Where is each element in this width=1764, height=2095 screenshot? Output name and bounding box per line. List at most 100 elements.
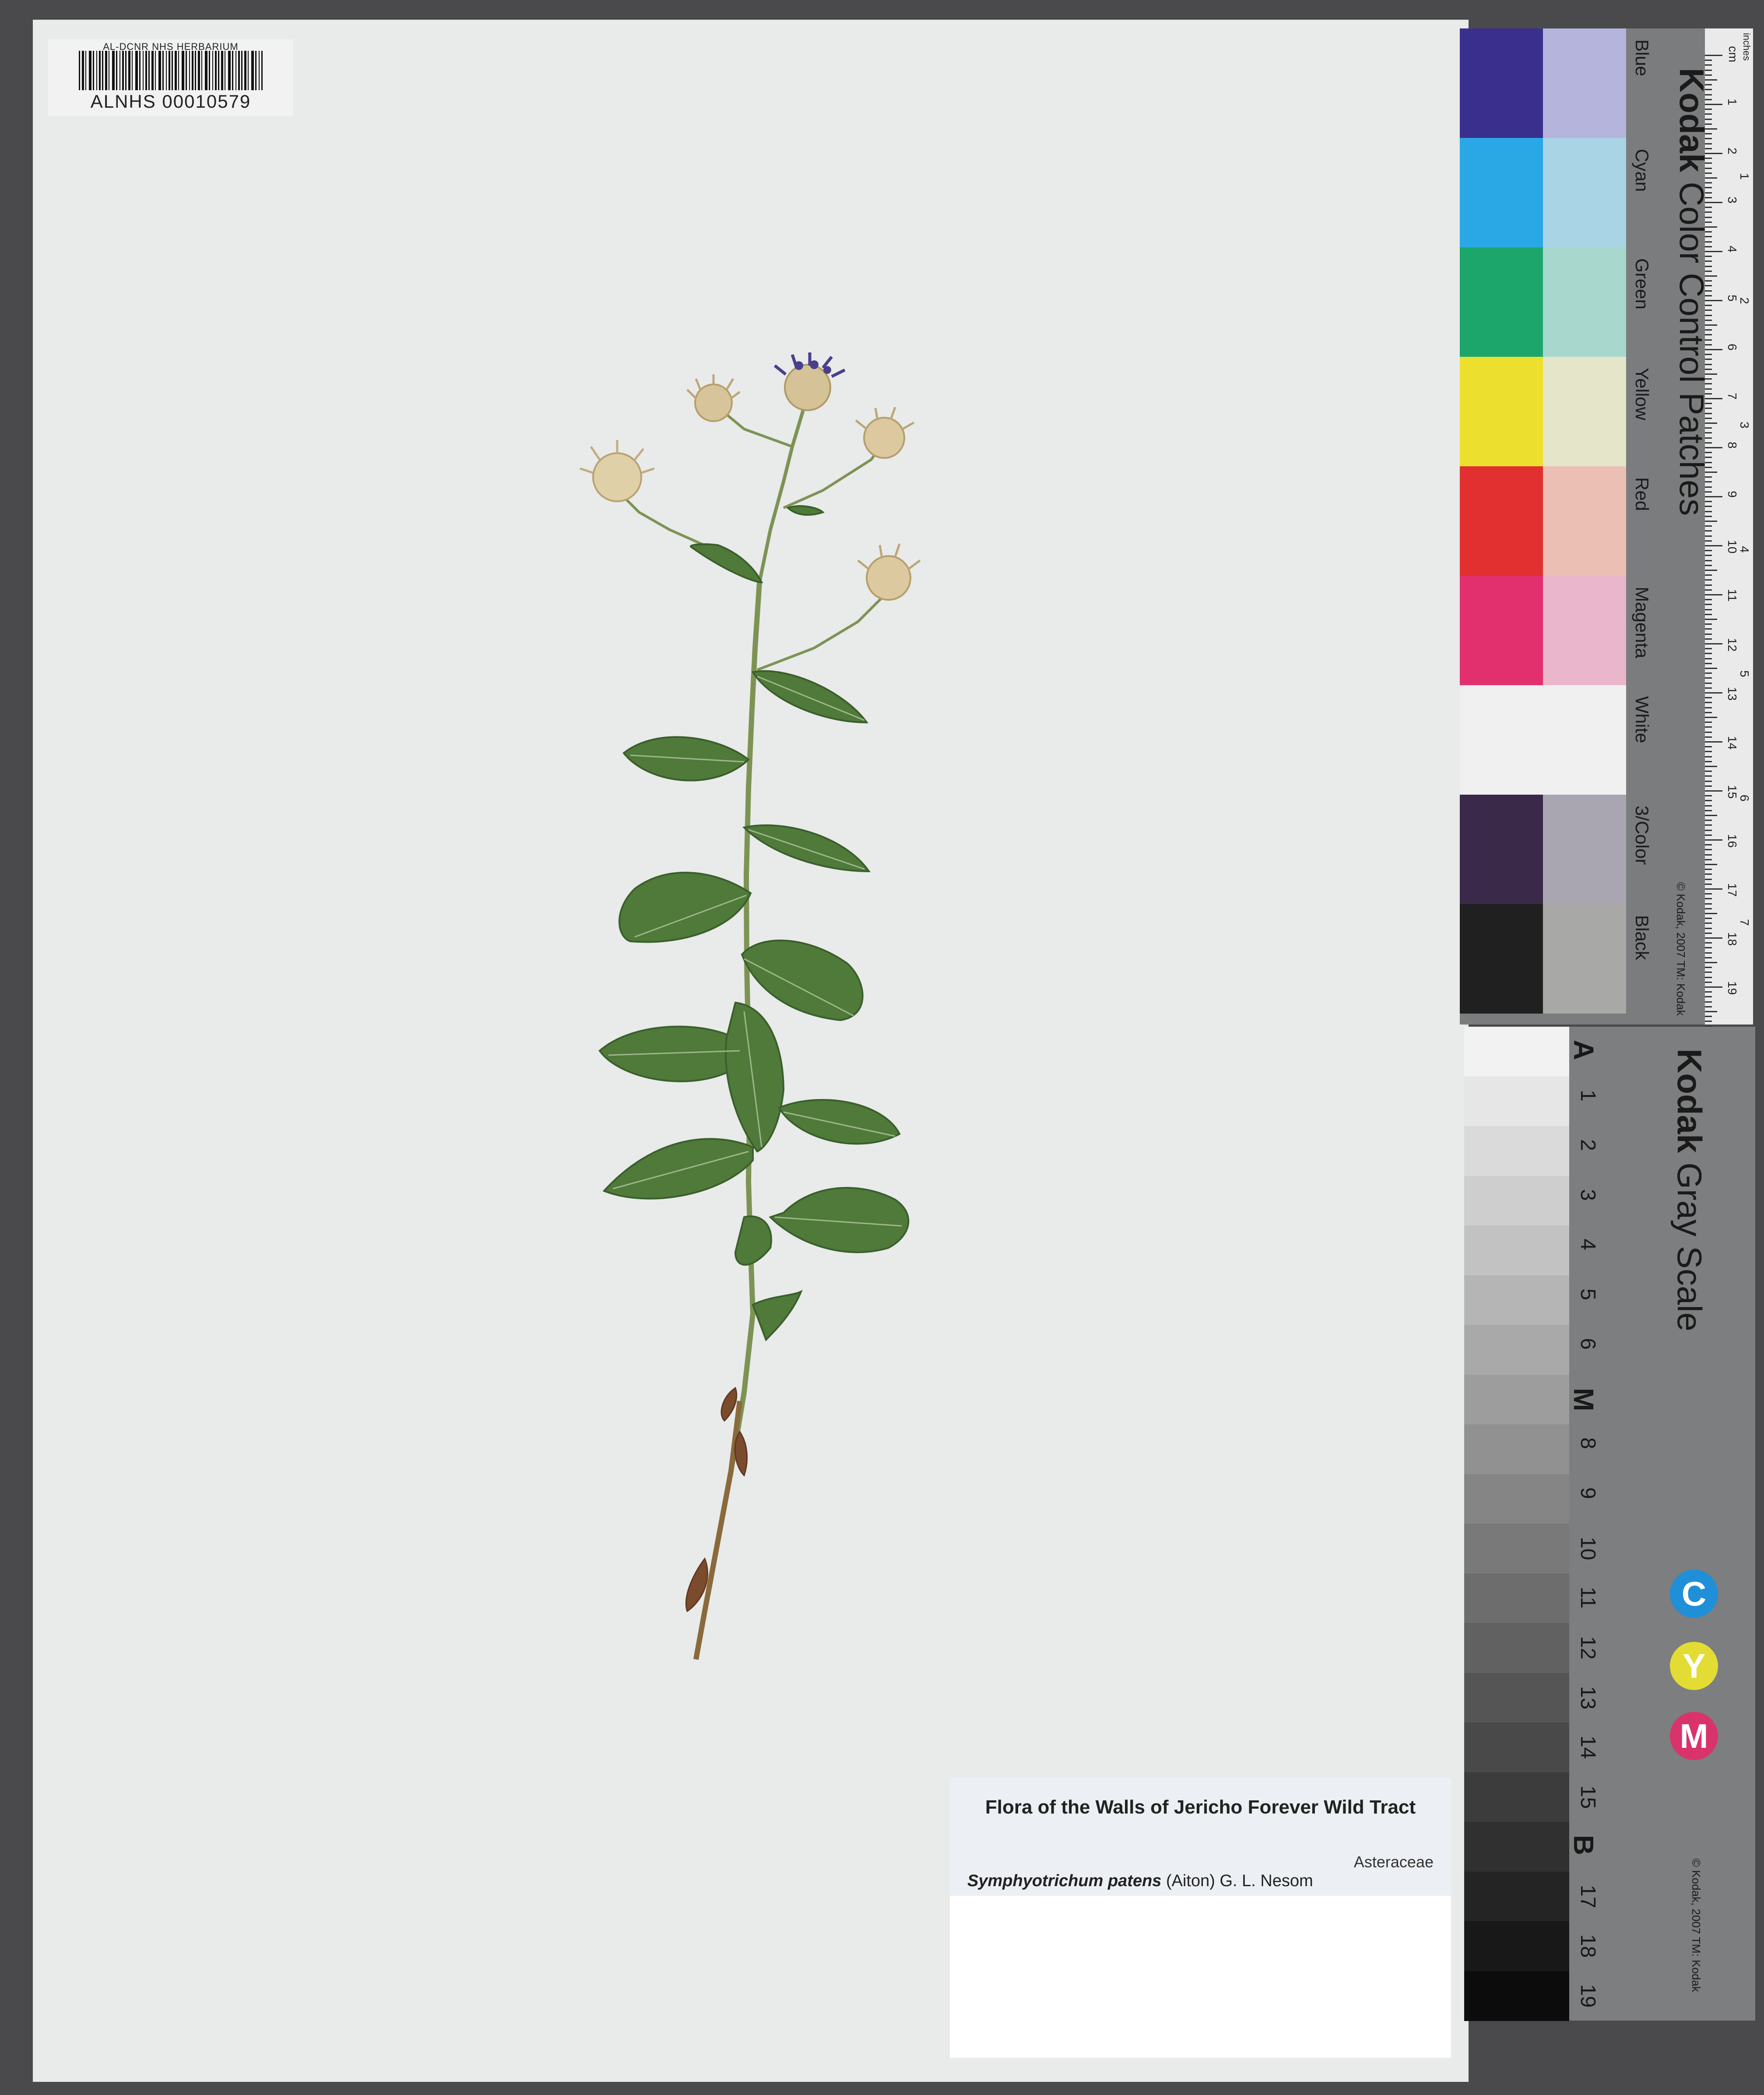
kodak-logo: Kodak [1670, 1049, 1709, 1153]
ruler-tick [1705, 991, 1712, 993]
gray-step [1464, 1971, 1569, 2021]
gray-step [1464, 1176, 1569, 1226]
ruler-tick [1705, 457, 1712, 458]
gray-step [1464, 1225, 1569, 1276]
gray-step [1464, 1076, 1569, 1127]
leaf [734, 1215, 772, 1266]
ruler-tick [1705, 824, 1712, 826]
ruler-inch-label: 5 [1738, 670, 1751, 677]
ruler-tick [1705, 584, 1712, 586]
ruler-tick [1705, 913, 1717, 914]
ruler-tick [1705, 329, 1712, 331]
ruler-cm-label: 6 [1725, 344, 1739, 351]
ruler-tick [1705, 383, 1712, 385]
ruler-tick [1705, 481, 1712, 483]
ruler-tick [1705, 673, 1712, 674]
ruler-tick [1705, 570, 1717, 571]
herbarium-sheet-image: AL-DCNR NHS HERBARIUM ALNHS 00010579 Kod… [0, 0, 1764, 2095]
ruler-tick [1705, 893, 1712, 895]
ruler-tick [1705, 236, 1712, 238]
ruler-tick [1705, 736, 1712, 738]
leaf [598, 1025, 743, 1082]
ruler-tick [1705, 810, 1712, 811]
ruler-tick [1705, 702, 1712, 704]
ruler-tick [1705, 1021, 1712, 1022]
ruler-tick [1705, 113, 1712, 115]
ruler-tick [1705, 623, 1712, 625]
ruler-tick [1705, 785, 1712, 787]
gray-label: 18 [1576, 1934, 1599, 1958]
gray-label: 5 [1576, 1288, 1599, 1300]
ruler-tick [1705, 211, 1712, 213]
ruler-tick [1705, 751, 1712, 753]
ruler-tick [1705, 167, 1712, 169]
ruler-tick [1705, 530, 1712, 532]
ruler-tick [1705, 496, 1722, 497]
gray-scale-card: Kodak Gray Scale A 1 2 3 4 5 6 M 8 9 10 11 12 13 14 15 B… [1464, 1027, 1755, 2021]
gray-step [1464, 1921, 1569, 1972]
color-label: 3/Color [1632, 806, 1652, 865]
ruler-cm-label: 13 [1725, 687, 1739, 701]
ruler-tick [1705, 275, 1717, 277]
lower-stem [693, 1401, 742, 1660]
ruler-tick [1705, 501, 1712, 503]
ruler-tick [1705, 692, 1722, 694]
ruler-tick [1705, 60, 1712, 61]
ruler-tick [1705, 918, 1712, 919]
gray-scale-title-text: Gray Scale [1670, 1162, 1709, 1331]
ruler-tick [1705, 697, 1712, 699]
ruler-tick [1705, 711, 1712, 713]
gray-step [1464, 1325, 1569, 1375]
ruler-tick [1705, 89, 1712, 91]
gray-step [1464, 1126, 1569, 1176]
ruler-tick [1705, 138, 1712, 140]
species-author: (Aiton) G. L. Nesom [1166, 1872, 1313, 1890]
ruler-tick [1705, 515, 1712, 517]
ruler-tick [1705, 967, 1712, 968]
ruler-tick [1705, 942, 1712, 944]
color-patch-dark [1460, 138, 1543, 247]
ruler-tick [1705, 981, 1712, 983]
ruler-tick [1705, 658, 1712, 659]
ruler-cm-label: 14 [1725, 736, 1739, 750]
ruler-tick [1705, 726, 1712, 728]
ruler-tick [1705, 628, 1712, 630]
ruler-inch-label: 6 [1738, 795, 1751, 802]
ruler-tick [1705, 594, 1722, 595]
ruler-tick [1705, 207, 1712, 208]
ruler-tick [1705, 854, 1712, 856]
color-patch-dark [1460, 904, 1543, 1014]
ruler-tick [1705, 962, 1717, 963]
ruler-tick [1705, 741, 1722, 743]
ruler-tick [1705, 398, 1722, 399]
flower-head [857, 543, 921, 601]
ruler-tick [1705, 864, 1717, 865]
ruler-tick [1705, 123, 1712, 125]
color-patch-light [1543, 904, 1626, 1014]
ruler-tick [1705, 447, 1722, 448]
leaf [690, 543, 763, 584]
ruler-tick [1705, 815, 1717, 816]
color-patch-light [1543, 795, 1626, 904]
ruler-tick [1705, 766, 1717, 767]
ruler-cm-label: 3 [1725, 197, 1739, 204]
ruler-tick [1705, 932, 1712, 934]
color-patch-light [1543, 28, 1626, 138]
ruler-tick [1705, 280, 1712, 282]
stem-branch [756, 582, 890, 671]
species-name: Symphyotrichum patens [967, 1872, 1162, 1890]
flower-head [773, 352, 846, 411]
ruler-tick [1705, 564, 1712, 566]
ruler-tick [1705, 55, 1722, 56]
ruler-tick [1705, 162, 1712, 164]
leaf [769, 1187, 910, 1253]
ruler-tick [1705, 805, 1712, 806]
gray-step [1464, 1672, 1569, 1723]
flower-head [580, 440, 655, 502]
gray-scale-copyright: © Kodak, 2007 TM: Kodak [1690, 1859, 1703, 1992]
dried-leaf [720, 1387, 738, 1422]
ruler-cm-label: 1 [1725, 99, 1739, 106]
ruler-tick [1705, 756, 1712, 757]
ruler-tick [1705, 79, 1717, 81]
ruler-tick [1705, 800, 1712, 802]
